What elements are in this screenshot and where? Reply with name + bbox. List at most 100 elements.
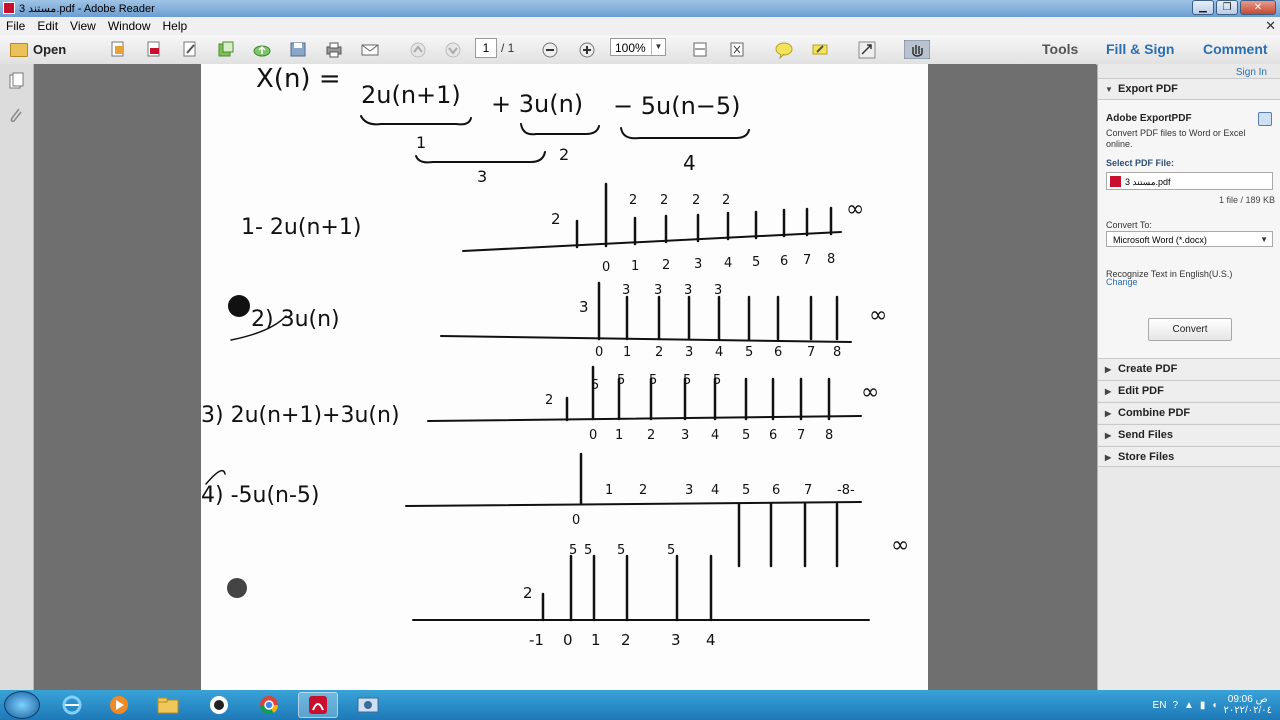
menu-bar: File Edit View Window Help ✕: [0, 17, 1280, 36]
change-language-link[interactable]: Change: [1106, 277, 1138, 287]
tick-label: 5: [752, 255, 760, 270]
screen-recorder-icon[interactable]: [348, 692, 388, 718]
tick-label: 5: [742, 428, 750, 443]
clock-date: ٢٠٢٢/٠٢/٠٤: [1223, 705, 1272, 716]
system-tray: EN ? ▲ ▮ ◖ 09:06 ص ٢٠٢٢/٠٢/٠٤: [1153, 690, 1272, 720]
tick-label: 0: [595, 345, 603, 360]
attachments-icon[interactable]: [8, 106, 24, 124]
chevron-right-icon: ▶: [1105, 409, 1112, 418]
menu-file[interactable]: File: [0, 19, 31, 33]
tick-label: 1: [631, 259, 639, 274]
send-files-section[interactable]: ▶ Send Files: [1098, 424, 1280, 445]
language-indicator[interactable]: EN: [1153, 700, 1167, 711]
section-label: Combine PDF: [1118, 407, 1191, 419]
adobe-reader-icon: [3, 2, 15, 14]
sticky-note-icon[interactable]: [774, 40, 794, 59]
equation-term-3: − 5u(n−5): [613, 92, 741, 120]
tick-label: 1: [615, 428, 623, 443]
windows-taskbar: EN ? ▲ ▮ ◖ 09:06 ص ٢٠٢٢/٠٢/٠٤: [0, 690, 1280, 720]
clock[interactable]: 09:06 ص ٢٠٢٢/٠٢/٠٤: [1223, 694, 1272, 716]
upload-cloud-icon[interactable]: [252, 40, 272, 59]
print-icon[interactable]: [324, 40, 344, 59]
combine-files-icon[interactable]: [216, 40, 236, 59]
amplitude-label: 2: [660, 193, 668, 208]
chevron-down-icon[interactable]: ▼: [651, 39, 665, 55]
minimize-button[interactable]: ▁: [1192, 0, 1214, 15]
edit-pdf-section[interactable]: ▶ Edit PDF: [1098, 380, 1280, 401]
infinity-symbol: ∞: [891, 533, 909, 558]
convert-button[interactable]: Convert: [1148, 318, 1232, 341]
selected-file-field[interactable]: مستند 3.pdf: [1106, 172, 1273, 190]
export-pdf-header[interactable]: ▼ Export PDF: [1098, 78, 1280, 99]
hand-tool-icon[interactable]: [904, 40, 930, 59]
tick-label: 0: [572, 513, 580, 528]
media-player-icon[interactable]: [99, 692, 139, 718]
window-title: مستند 3.pdf - Adobe Reader: [19, 3, 155, 15]
tick-label: 1: [605, 483, 613, 498]
adobe-reader-taskbar-icon[interactable]: [298, 692, 338, 718]
fill-sign-tab[interactable]: Fill & Sign: [1106, 41, 1174, 57]
combine-pdf-section[interactable]: ▶ Combine PDF: [1098, 402, 1280, 423]
convert-to-select[interactable]: Microsoft Word (*.docx) ▼: [1106, 231, 1273, 247]
highlight-text-icon[interactable]: [810, 40, 830, 59]
next-page-icon[interactable]: [443, 40, 463, 59]
amplitude-label: 5: [649, 373, 657, 388]
fit-page-icon[interactable]: [727, 40, 747, 59]
menu-help[interactable]: Help: [157, 19, 194, 33]
create-pdf-icon[interactable]: [108, 40, 128, 59]
edit-pdf-icon[interactable]: [180, 40, 200, 59]
tools-tab[interactable]: Tools: [1042, 41, 1078, 57]
chevron-right-icon: ▶: [1105, 453, 1112, 462]
brace-label-4: 4: [683, 151, 696, 175]
export-pdf-icon[interactable]: [144, 40, 164, 59]
zoom-in-icon[interactable]: [577, 40, 597, 59]
close-button[interactable]: ✕: [1240, 0, 1276, 15]
open-button[interactable]: Open: [10, 40, 74, 59]
settings-icon[interactable]: [1258, 112, 1272, 126]
tick-label: 8: [833, 345, 841, 360]
page-number-input[interactable]: 1: [475, 38, 497, 58]
chrome-icon[interactable]: [249, 692, 289, 718]
export-pdf-title: Export PDF: [1118, 83, 1178, 95]
tick-label: 4: [715, 345, 723, 360]
tick-label: 3: [685, 483, 693, 498]
fit-width-icon[interactable]: [690, 40, 710, 59]
restore-button[interactable]: ❐: [1216, 0, 1238, 15]
store-files-section[interactable]: ▶ Store Files: [1098, 446, 1280, 467]
amplitude-label: 3: [579, 298, 589, 316]
chevron-right-icon: ▶: [1105, 387, 1112, 396]
email-icon[interactable]: [360, 40, 380, 59]
network-icon[interactable]: ▮: [1200, 700, 1206, 711]
zoom-select[interactable]: 100% ▼: [610, 38, 666, 56]
full-screen-icon[interactable]: [857, 40, 877, 59]
sign-in-link[interactable]: Sign In: [1236, 67, 1267, 78]
close-document-icon[interactable]: ✕: [1265, 18, 1276, 34]
show-hidden-icons-icon[interactable]: ▲: [1184, 700, 1194, 711]
camera-app-icon[interactable]: [199, 692, 239, 718]
menu-view[interactable]: View: [64, 19, 102, 33]
save-icon[interactable]: [288, 40, 308, 59]
zoom-out-icon[interactable]: [540, 40, 560, 59]
menu-edit[interactable]: Edit: [31, 19, 64, 33]
tick-label: -1: [529, 631, 544, 649]
help-icon[interactable]: ?: [1172, 700, 1178, 711]
row1-label: 1- 2u(n+1): [241, 215, 361, 240]
chevron-down-icon: ▼: [1260, 235, 1268, 244]
section-label: Create PDF: [1118, 363, 1178, 375]
windows-start-icon[interactable]: [4, 691, 40, 719]
brace-label-2: 2: [559, 145, 569, 164]
adobe-exportpdf-title: Adobe ExportPDF: [1106, 113, 1192, 124]
create-pdf-section[interactable]: ▶ Create PDF: [1098, 358, 1280, 379]
brace-label-1: 1: [416, 133, 426, 152]
comment-tab[interactable]: Comment: [1203, 41, 1268, 57]
tick-label: 4: [706, 631, 716, 649]
amplitude-label: 5: [569, 543, 577, 558]
internet-explorer-icon[interactable]: [52, 692, 92, 718]
amplitude-label: 2: [692, 193, 700, 208]
menu-window[interactable]: Window: [102, 19, 157, 33]
volume-icon[interactable]: ◖: [1211, 700, 1217, 711]
page-thumbnails-icon[interactable]: [8, 72, 24, 90]
previous-page-icon[interactable]: [408, 40, 428, 59]
title-bar: مستند 3.pdf - Adobe Reader ▁ ❐ ✕: [0, 0, 1280, 17]
file-explorer-icon[interactable]: [148, 692, 188, 718]
